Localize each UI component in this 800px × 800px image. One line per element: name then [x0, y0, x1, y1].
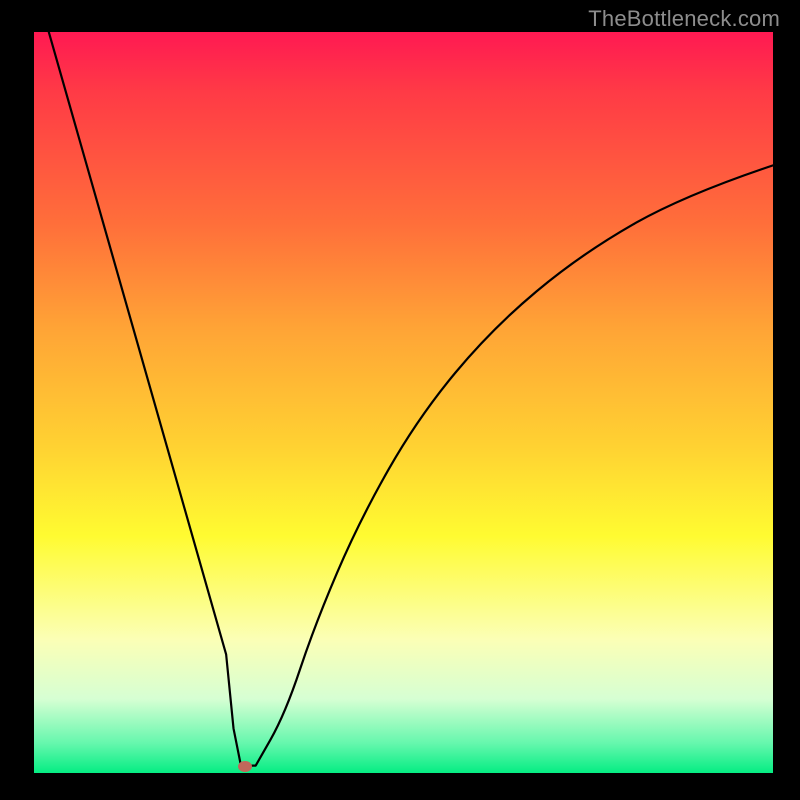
watermark-text: TheBottleneck.com [588, 6, 780, 32]
chart-frame: TheBottleneck.com [0, 0, 800, 800]
plot-area [34, 32, 773, 773]
optimal-point-marker [238, 761, 252, 772]
bottleneck-curve [34, 32, 773, 773]
